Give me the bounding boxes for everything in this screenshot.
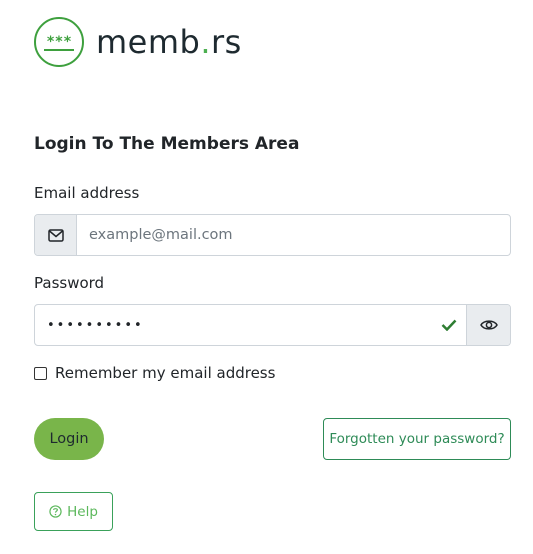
login-page: *** memb.rs Login To The Members Area Em…: [0, 0, 533, 554]
password-input-group: [34, 304, 511, 346]
logo-name-main: memb: [96, 23, 201, 61]
logo-wordmark: memb.rs: [96, 26, 242, 58]
logo-name-tld: rs: [211, 23, 242, 61]
remember-checkbox[interactable]: [34, 366, 47, 380]
page-title: Login To The Members Area: [34, 134, 300, 154]
logo-asterisks-icon: ***: [44, 34, 74, 51]
forgot-password-button[interactable]: Forgotten your password?: [323, 418, 511, 460]
email-label: Email address: [34, 184, 140, 202]
logo-name-dot: .: [200, 23, 212, 61]
password-field[interactable]: [35, 305, 432, 345]
brand-logo[interactable]: *** memb.rs: [34, 17, 242, 67]
email-input-group: [34, 214, 511, 256]
remember-label: Remember my email address: [55, 364, 276, 382]
email-field[interactable]: [77, 215, 510, 255]
check-icon: [432, 305, 466, 345]
envelope-icon: [35, 215, 77, 255]
help-button[interactable]: Help: [34, 492, 113, 531]
help-label: Help: [67, 503, 98, 520]
logo-badge: ***: [34, 17, 84, 67]
login-button[interactable]: Login: [34, 418, 104, 460]
remember-email-option[interactable]: Remember my email address: [34, 364, 275, 382]
password-label: Password: [34, 274, 105, 292]
question-circle-icon: [49, 505, 62, 518]
logo-badge-text: ***: [46, 34, 71, 50]
eye-icon[interactable]: [466, 305, 510, 345]
